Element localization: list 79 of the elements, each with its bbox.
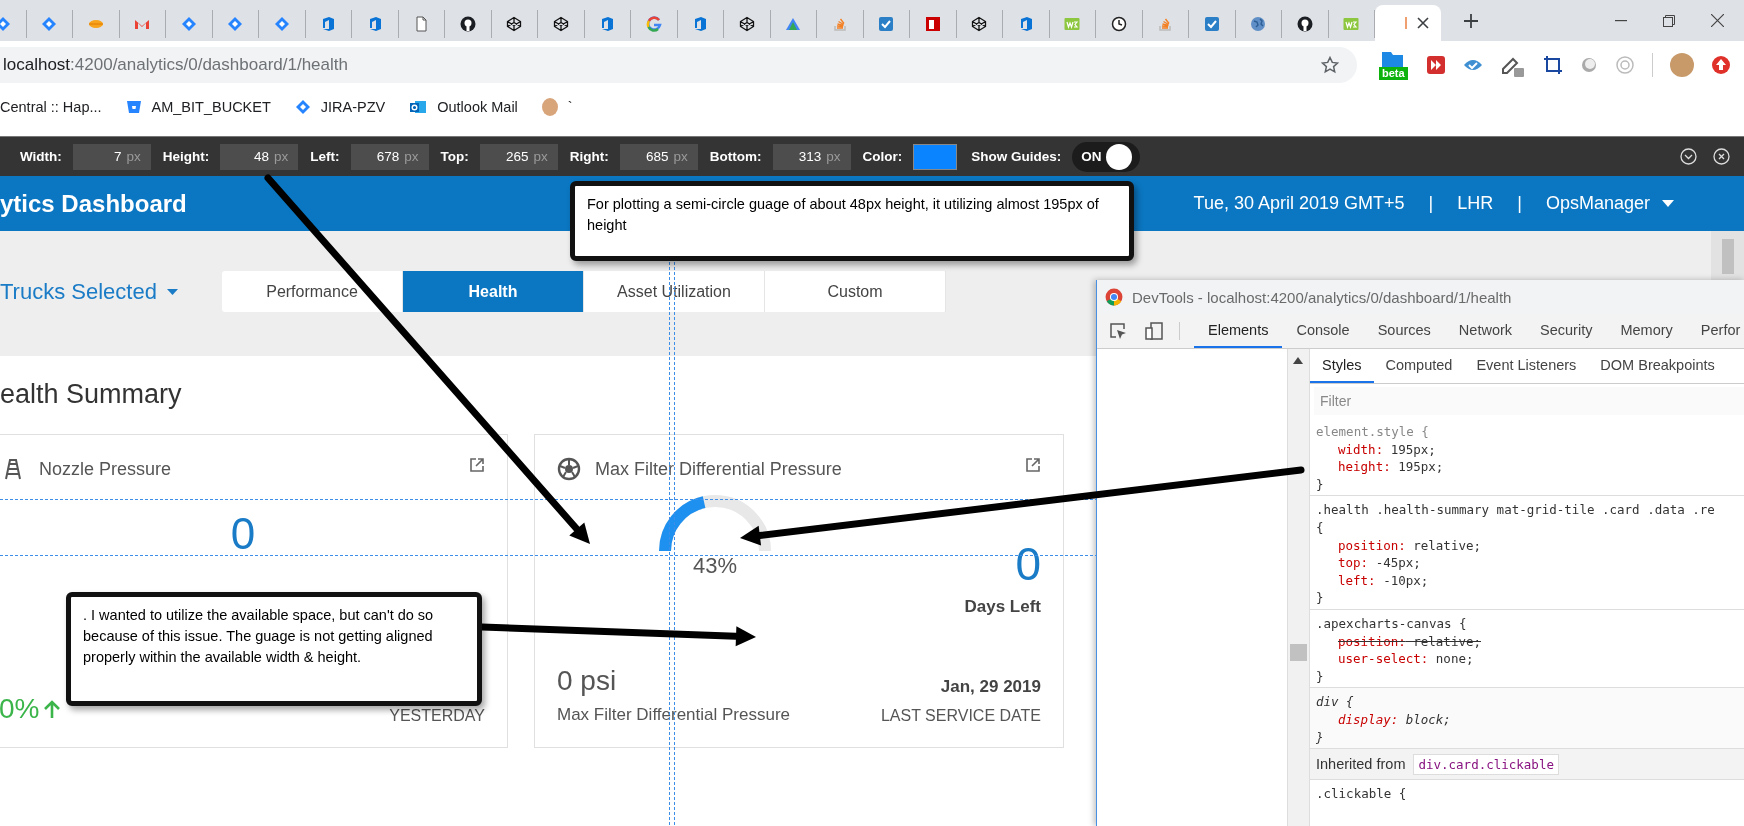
css-property[interactable]: position: relative; [1316, 536, 1739, 555]
css-brace: } [1316, 589, 1325, 607]
styles-tab[interactable]: Computed [1373, 349, 1465, 383]
section-title: ealth Summary [0, 379, 182, 410]
truck-selector[interactable]: Trucks Selected [0, 278, 222, 305]
header-text: LHR [1457, 193, 1494, 214]
css-property[interactable]: top: -45px; [1316, 554, 1739, 572]
css-brace: } [1316, 728, 1325, 747]
field-label: Height: [162, 149, 210, 164]
devtools-tab[interactable]: Sources [1363, 314, 1445, 348]
styles-tab[interactable]: Event Listeners [1464, 349, 1589, 383]
value-field[interactable]: 7 px [72, 143, 151, 170]
header-text: Tue, 30 April 2019 GMT+5 [1193, 193, 1405, 214]
field-label: Right: [569, 149, 609, 164]
value-field[interactable]: 48 px [220, 143, 299, 170]
bookmark[interactable]: AM_BIT_BUCKET [125, 98, 271, 115]
css-property[interactable]: user-select: none; [1316, 650, 1739, 668]
address-field[interactable]: localhost:4200/analytics/0/dashboard/1/health [0, 47, 1357, 83]
page-title: ytics Dashboard [0, 189, 187, 218]
field-label: Show Guides: [971, 149, 1062, 164]
metric-value: 0 [230, 509, 256, 559]
field-label: Color: [862, 149, 903, 164]
metric-card[interactable]: Max Filter Differential Pressure 43% 0 Days Left 0 psi Max Filter Differential Pressure Jan, 29 2019 LAST SERVICE DATE [534, 434, 1064, 748]
styles-tab[interactable]: Styles [1310, 349, 1374, 383]
bookmark[interactable]: Central :: Hap... [0, 98, 102, 115]
gauge-value: 43% [692, 553, 737, 579]
bookmark[interactable]: Outlook Mail [409, 98, 518, 115]
field-label: Bottom: [709, 149, 762, 164]
bookmark[interactable]: ` [541, 97, 573, 116]
css-selector: .apexcharts-canvas { [1316, 614, 1468, 633]
window-title: DevTools - localhost:4200/analytics/0/dashboard/1/health [1132, 288, 1512, 306]
css-property[interactable]: width: 195px; [1316, 440, 1739, 459]
css-brace: { [1316, 518, 1325, 537]
css-selector: div { [1316, 693, 1355, 711]
header-text: | [1517, 193, 1522, 214]
devtools-tab[interactable]: Security [1526, 314, 1607, 348]
value-field[interactable]: 685 px [619, 143, 698, 170]
devtools-tab[interactable]: Perfor [1686, 314, 1744, 348]
callout: . I wanted to utilize the available space, but can't do so because of this issue. The guage is not getting aligned properly within the available width & height. [66, 592, 482, 706]
value-field[interactable]: 678 px [350, 143, 429, 170]
css-property[interactable]: display: block; [1316, 710, 1739, 729]
period-label: YESTERDAY [389, 707, 485, 725]
css-property[interactable]: height: 195px; [1316, 458, 1739, 476]
filter-field[interactable]: Filter [1314, 387, 1744, 415]
devtools-tab[interactable]: Network [1444, 314, 1527, 348]
header-text: | [1428, 193, 1434, 214]
styles-tab[interactable]: DOM Breakpoints [1588, 349, 1727, 383]
css-selector: .clickable { [1316, 785, 1408, 803]
nav-tab[interactable]: Asset Utilization [584, 271, 765, 312]
field-label: Top: [440, 149, 469, 164]
css-brace: } [1316, 667, 1325, 686]
devtools-tab[interactable]: Memory [1606, 314, 1687, 348]
css-property[interactable]: left: -10px; [1316, 571, 1739, 590]
card-title: Max Filter Differential Pressure [595, 458, 842, 480]
toggle-switch[interactable]: ON [1072, 141, 1141, 172]
field-label: Left: [310, 149, 340, 164]
bookmark[interactable]: JIRA-PZV [294, 98, 386, 115]
nav-tab[interactable]: Custom [765, 271, 946, 312]
reading-value: 0 psi [557, 665, 618, 697]
date-value: Jan, 29 2019 [940, 677, 1041, 697]
value-field[interactable]: 265 px [479, 143, 558, 170]
css-brace: } [1316, 475, 1325, 494]
reading-label: Max Filter Differential Pressure [557, 705, 791, 725]
css-selector: .health .health-summary mat-grid-tile .card .data .re [1316, 501, 1716, 519]
nav-tab[interactable]: Health [403, 271, 584, 312]
date-label: LAST SERVICE DATE [880, 707, 1041, 725]
inherited-label: Inherited from [1316, 756, 1406, 773]
user-menu[interactable]: OpsManager [1545, 193, 1674, 214]
change-value: 0% [0, 693, 62, 725]
devtools-tab[interactable]: Console [1282, 314, 1364, 348]
card-title: Nozzle Pressure [39, 458, 172, 480]
value-field[interactable]: 313 px [772, 143, 851, 170]
metric-label: Days Left [964, 597, 1041, 617]
field-label: Width: [20, 149, 62, 164]
css-property[interactable]: position: relative; [1316, 632, 1739, 651]
inherited-source[interactable]: div.card.clickable [1413, 753, 1559, 775]
callout: For plotting a semi-circle guage of about 48px height, it utilizing almost 195px of height [570, 181, 1134, 261]
metric-value: 0 [1015, 541, 1041, 587]
css-selector: element.style { [1316, 423, 1430, 441]
